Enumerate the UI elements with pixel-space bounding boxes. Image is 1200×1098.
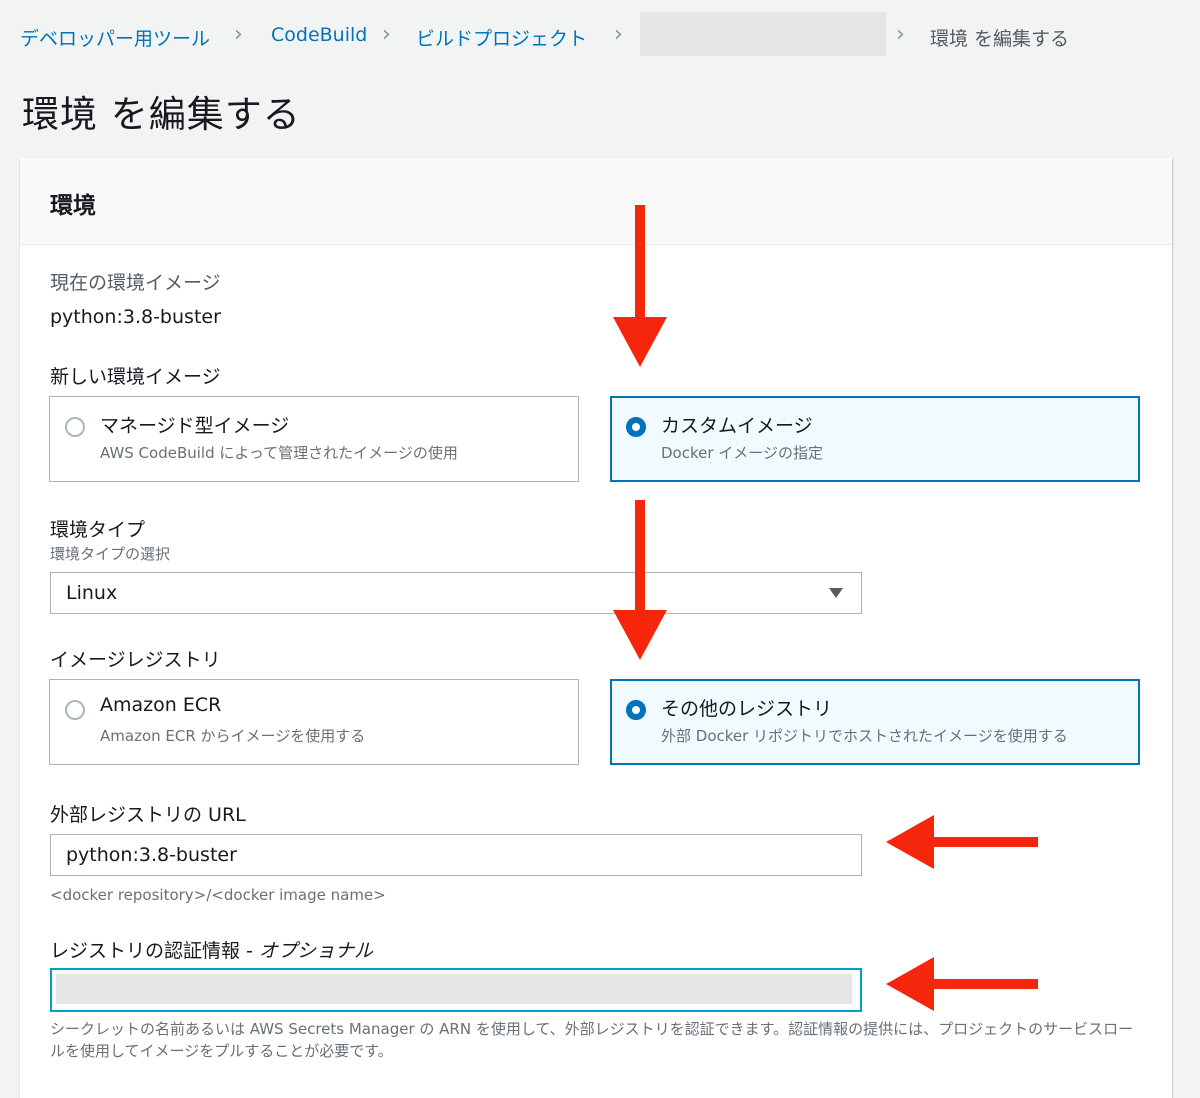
caret-down-icon xyxy=(829,588,843,598)
panel-header: 環境 xyxy=(20,158,1172,245)
arrow-down-annotation xyxy=(613,500,667,660)
amazon-ecr-tile[interactable]: Amazon ECR Amazon ECR からイメージを使用する xyxy=(49,679,579,765)
tile-title: その他のレジストリ xyxy=(661,698,833,720)
environment-type-description: 環境タイプの選択 xyxy=(50,545,171,563)
radio-button[interactable] xyxy=(65,700,85,720)
tile-title: マネージド型イメージ xyxy=(100,415,290,437)
page-title: 環境 を編集する xyxy=(22,93,301,136)
custom-image-tile[interactable]: カスタムイメージ Docker イメージの指定 xyxy=(610,396,1140,482)
radio-button[interactable] xyxy=(65,417,85,437)
tile-description: Docker イメージの指定 xyxy=(661,444,823,462)
chevron-right-icon: › xyxy=(234,22,243,47)
external-registry-url-hint: <docker repository>/<docker image name> xyxy=(50,886,386,904)
radio-button-selected[interactable] xyxy=(626,417,646,437)
registry-credential-input[interactable] xyxy=(50,968,862,1012)
radio-button-selected[interactable] xyxy=(626,700,646,720)
tile-description: AWS CodeBuild によって管理されたイメージの使用 xyxy=(100,444,458,462)
current-image-label: 現在の環境イメージ xyxy=(50,272,221,294)
registry-credential-label: レジストリの認証情報 - オプショナル xyxy=(50,936,373,963)
tile-description: 外部 Docker リポジトリでホストされたイメージを使用する xyxy=(661,727,1068,745)
breadcrumb: デベロッパー用ツール › CodeBuild › ビルドプロジェクト › › 環… xyxy=(20,12,1190,60)
tile-description: Amazon ECR からイメージを使用する xyxy=(100,727,366,745)
arrow-left-annotation xyxy=(886,957,1038,1011)
current-image-value: python:3.8-buster xyxy=(50,306,221,328)
arrow-down-annotation xyxy=(613,205,667,367)
tile-title: Amazon ECR xyxy=(100,694,222,716)
panel-title: 環境 xyxy=(50,193,96,219)
input-value: python:3.8-buster xyxy=(66,844,237,866)
tile-title: カスタムイメージ xyxy=(661,415,813,437)
new-image-label: 新しい環境イメージ xyxy=(50,366,221,388)
managed-image-tile[interactable]: マネージド型イメージ AWS CodeBuild によって管理されたイメージの使… xyxy=(49,396,579,482)
chevron-right-icon: › xyxy=(896,22,905,47)
breadcrumb-current: 環境 を編集する xyxy=(930,28,1070,50)
external-registry-url-label: 外部レジストリの URL xyxy=(50,804,246,826)
breadcrumb-codebuild[interactable]: CodeBuild xyxy=(271,24,367,46)
select-value: Linux xyxy=(66,582,118,604)
registry-credential-hint: シークレットの名前あるいは AWS Secrets Manager の ARN … xyxy=(50,1020,1134,1060)
environment-type-label: 環境タイプ xyxy=(50,519,146,541)
optional-label: オプショナル xyxy=(258,940,373,962)
external-registry-url-input[interactable]: python:3.8-buster xyxy=(50,834,862,876)
registry-credential-label-text: レジストリの認証情報 - xyxy=(50,940,253,962)
environment-type-select[interactable]: Linux xyxy=(50,572,862,614)
chevron-right-icon: › xyxy=(382,22,391,47)
breadcrumb-developer-tools[interactable]: デベロッパー用ツール xyxy=(20,24,210,51)
other-registry-tile[interactable]: その他のレジストリ 外部 Docker リポジトリでホストされたイメージを使用す… xyxy=(610,679,1140,765)
arrow-left-annotation xyxy=(886,815,1038,869)
image-registry-label: イメージレジストリ xyxy=(50,649,221,671)
breadcrumb-build-projects[interactable]: ビルドプロジェクト xyxy=(416,24,587,51)
chevron-right-icon: › xyxy=(614,22,623,47)
redacted-credential-value xyxy=(56,974,852,1004)
breadcrumb-project-name-redacted[interactable] xyxy=(640,12,886,56)
